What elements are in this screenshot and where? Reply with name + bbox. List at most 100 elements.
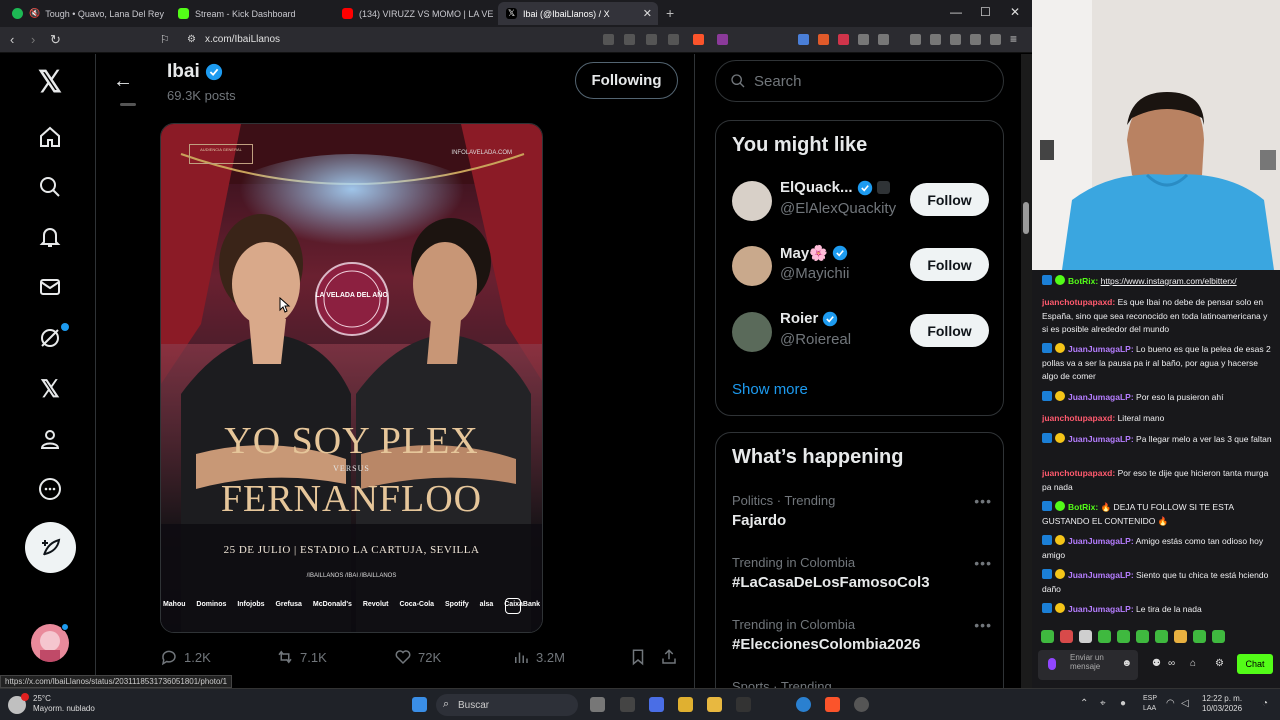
emote-icon[interactable]	[1155, 630, 1168, 643]
emote-icon[interactable]	[1136, 630, 1149, 643]
emote-icon[interactable]	[1117, 630, 1130, 643]
microphone-icon[interactable]	[1048, 658, 1056, 670]
zoom-icon[interactable]	[624, 34, 635, 45]
messages-icon[interactable]	[34, 271, 66, 303]
users-icon[interactable]: ⚉	[1152, 658, 1161, 669]
avatar[interactable]	[732, 312, 772, 352]
chat-message-input[interactable]: Enviar un mensaje ☻	[1038, 650, 1138, 680]
more-options-icon[interactable]: •••	[974, 617, 992, 633]
page-scrollbar[interactable]	[1021, 54, 1032, 688]
store-icon[interactable]: ⌂	[1190, 658, 1196, 669]
brave-shield-icon[interactable]	[693, 34, 704, 45]
browser-tab-kick[interactable]: Stream - Kick Dashboard	[170, 2, 330, 25]
emote-icon[interactable]	[1060, 630, 1073, 643]
new-tab-button[interactable]: +	[666, 5, 674, 21]
follow-button[interactable]: Follow	[910, 248, 989, 281]
emote-icon[interactable]	[1041, 630, 1054, 643]
browser-tab-spotify[interactable]: 🔇 Tough • Quavo, Lana Del Rey	[4, 2, 164, 25]
language-indicator[interactable]: ESP LAA	[1143, 694, 1157, 714]
vpn-icon[interactable]	[990, 34, 1001, 45]
more-options-icon[interactable]: •••	[974, 555, 992, 571]
following-button[interactable]: Following	[575, 62, 678, 99]
premium-icon[interactable]: 𝕏	[34, 373, 66, 405]
scrollbar-thumb[interactable]	[1023, 202, 1029, 234]
volume-icon[interactable]: ◁	[1181, 698, 1189, 709]
bookmark-icon[interactable]: ⚐	[160, 33, 170, 46]
copilot-icon[interactable]	[649, 697, 664, 712]
extension-icon[interactable]	[798, 34, 809, 45]
profile-icon[interactable]	[34, 423, 66, 455]
avatar[interactable]	[732, 181, 772, 221]
suggestion-item[interactable]: ElQuack... @ElAlexQuackity Follow	[732, 177, 992, 227]
taskbar-clock[interactable]: 12:22 p. m. 10/03/2026	[1202, 694, 1242, 714]
suggestion-item[interactable]: Roier @Roiereal Follow	[732, 308, 992, 358]
show-more-link[interactable]: Show more	[732, 381, 808, 398]
repost-button[interactable]: 7.1K	[276, 648, 327, 666]
emoji-icon[interactable]: ☻	[1121, 659, 1132, 669]
url-input[interactable]: x.com/IbaiLlanos	[205, 34, 280, 45]
chat-send-button[interactable]: Chat	[1237, 654, 1273, 674]
share-post-button[interactable]	[660, 648, 678, 666]
emote-icon[interactable]	[1098, 630, 1111, 643]
music-icon[interactable]	[910, 34, 921, 45]
browser-tab-x[interactable]: 𝕏 Ibai (@IbaiLlanos) / X ✕	[498, 2, 658, 25]
ai-icon[interactable]	[970, 34, 981, 45]
capcut-icon[interactable]	[620, 697, 635, 712]
edit-image-icon[interactable]	[505, 598, 521, 614]
chat-link[interactable]: https://www.instagram.com/elbitterx/	[1101, 276, 1237, 286]
post-image[interactable]: AUDIENCIA GENERAL INFOLAVELADA.COM LA VE…	[160, 123, 543, 633]
back-icon[interactable]: ‹	[10, 32, 14, 47]
emote-icon[interactable]	[1212, 630, 1225, 643]
views-button[interactable]: 3.2M	[512, 648, 565, 666]
reply-button[interactable]: 1.2K	[160, 648, 211, 666]
wifi-icon[interactable]: ◠	[1166, 698, 1175, 709]
weather-widget[interactable]: 25°C Mayorm. nublado	[33, 694, 95, 714]
edge-icon[interactable]	[796, 697, 811, 712]
search-input[interactable]: Search	[715, 60, 1004, 102]
settings-icon[interactable]: ⚙	[1215, 658, 1224, 669]
compose-post-button[interactable]	[25, 522, 76, 573]
sidebar-icon[interactable]	[930, 34, 941, 45]
close-window-button[interactable]: ✕	[1010, 5, 1020, 19]
glasses-icon[interactable]: ∞	[1168, 658, 1175, 669]
extension-icon[interactable]	[818, 34, 829, 45]
trend-item[interactable]: Politics · Trending Fajardo •••	[732, 493, 992, 529]
like-button[interactable]: 72K	[394, 648, 441, 666]
microphone-icon[interactable]: ●	[1120, 698, 1126, 709]
share-icon[interactable]	[668, 34, 679, 45]
more-options-icon[interactable]: •••	[974, 493, 992, 509]
trend-item[interactable]: Trending in Colombia #LaCasaDeLosFamosoC…	[732, 555, 992, 591]
emote-icon[interactable]	[1079, 630, 1092, 643]
file-explorer-icon[interactable]	[707, 697, 722, 712]
obs-icon[interactable]	[854, 697, 869, 712]
notifications-icon[interactable]: ◔	[1262, 698, 1268, 709]
extension-icon[interactable]	[858, 34, 869, 45]
extension-icon[interactable]	[838, 34, 849, 45]
explore-icon[interactable]	[34, 171, 66, 203]
follow-button[interactable]: Follow	[910, 314, 989, 347]
more-icon[interactable]	[34, 473, 66, 505]
extension-icon[interactable]	[878, 34, 889, 45]
forward-icon[interactable]: ›	[31, 32, 35, 47]
translate-icon[interactable]	[603, 34, 614, 45]
back-arrow-icon[interactable]: ←	[113, 70, 133, 93]
emote-icon[interactable]	[1174, 630, 1187, 643]
trend-item[interactable]: Sports · Trending	[732, 679, 992, 688]
minimize-button[interactable]: —	[950, 5, 962, 19]
task-view-icon[interactable]	[590, 697, 605, 712]
windows-start-icon[interactable]	[412, 697, 427, 712]
reload-icon[interactable]: ↻	[50, 32, 61, 48]
suggestion-item[interactable]: May🌸 @Mayichii Follow	[732, 242, 992, 292]
location-icon[interactable]: ⌖	[1100, 698, 1106, 709]
close-tab-icon[interactable]: ✕	[643, 7, 652, 20]
x-logo-icon[interactable]: 𝕏	[34, 66, 66, 99]
terminal-icon[interactable]	[736, 697, 751, 712]
home-icon[interactable]	[34, 121, 66, 153]
site-info-icon[interactable]: ⚙	[187, 34, 196, 45]
maximize-button[interactable]: ☐	[980, 5, 991, 19]
menu-icon[interactable]: ≡	[1010, 32, 1017, 46]
app-icon[interactable]	[678, 697, 693, 712]
bookmark-post-button[interactable]	[629, 648, 647, 666]
browser-tab-youtube[interactable]: (134) VIRUZZ VS MOMO | LA VELADA	[334, 2, 494, 25]
emote-icon[interactable]	[1193, 630, 1206, 643]
